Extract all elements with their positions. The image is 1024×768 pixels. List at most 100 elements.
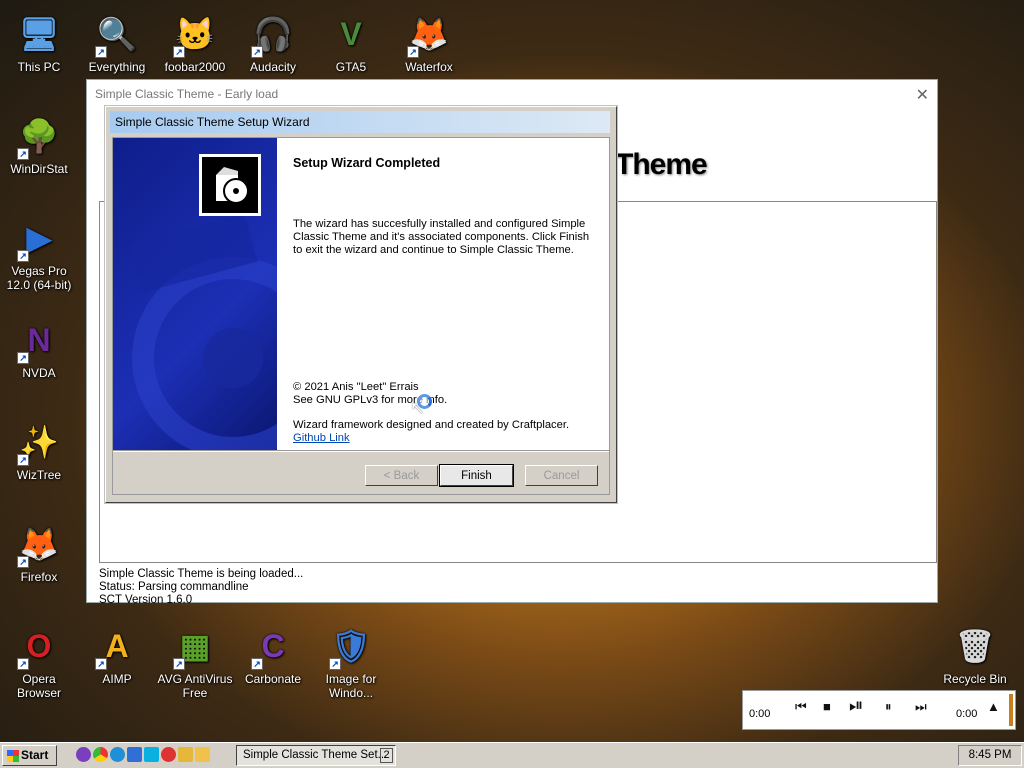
early-load-status: Simple Classic Theme is being loaded... …	[99, 568, 303, 607]
desktop-icon-label: Recycle Bin	[943, 672, 1007, 686]
avg-icon: ▦ ↗	[171, 622, 219, 670]
wizard-content: Setup Wizard Completed The wizard has su…	[112, 137, 610, 495]
firefox-icon: 🦊 ↗	[15, 520, 63, 568]
desktop-shortcut[interactable]: ✨ ↗ WizTree	[0, 418, 78, 482]
desktop-icon-label: WizTree	[16, 468, 62, 482]
tool-icon[interactable]	[178, 747, 193, 762]
desktop-shortcut[interactable]: 🖥 This PC	[0, 10, 78, 74]
windows-flag-icon	[7, 750, 19, 762]
play-icon[interactable]: ⏯	[849, 695, 863, 716]
wizard-body-text: The wizard has succesfully installed and…	[293, 218, 590, 256]
desktop-shortcut[interactable]: 🛡 ↗ Image for Windo...	[312, 622, 390, 700]
shortcut-arrow-icon: ↗	[17, 250, 29, 262]
folder-icon[interactable]	[195, 747, 210, 762]
shortcut-arrow-icon: ↗	[329, 658, 341, 670]
copyright-text: © 2021 Anis "Leet" Errais	[293, 381, 419, 393]
status-line: Simple Classic Theme is being loaded...	[99, 568, 304, 580]
desktop-shortcut[interactable]: O ↗ Opera Browser	[0, 622, 78, 701]
shortcut-arrow-icon: ↗	[251, 46, 263, 58]
shortcut-arrow-icon: ↗	[173, 46, 185, 58]
windirstat-icon: 🌳 ↗	[15, 112, 63, 160]
total-time: 0:00	[956, 708, 978, 720]
desktop-shortcut[interactable]: C ↗ Carbonate	[234, 622, 312, 687]
previous-track-icon[interactable]: ⏮	[795, 699, 807, 715]
vivaldi-icon[interactable]	[161, 747, 176, 762]
desktop-icon-label: Image for Windo...	[325, 672, 377, 700]
status-line: SCT Version 1.6.0	[99, 594, 193, 606]
setup-package-icon	[199, 154, 261, 216]
waterfox-icon: 🦊 ↗	[405, 10, 453, 58]
desktop-icon-label: NVDA	[22, 366, 56, 380]
desktop-shortcut[interactable]: 🗑 Recycle Bin	[936, 622, 1014, 686]
gta5-icon: V	[340, 15, 362, 52]
early-load-heading: Theme	[615, 148, 708, 181]
next-track-icon[interactable]: ⏭	[915, 699, 927, 715]
nvda-icon: N ↗	[15, 316, 63, 364]
elapsed-time: 0:00	[749, 708, 771, 720]
shortcut-arrow-icon: ↗	[17, 454, 29, 466]
media-player-widget: 0:00 ⏮ ■ ⏯ ⏸ ⏭ 0:00 ▲	[742, 690, 1016, 730]
desktop-icon-label: Carbonate	[244, 672, 302, 686]
desktop-shortcut[interactable]: ▦ ↗ AVG AntiVirus Free	[156, 622, 234, 700]
desktop-icon[interactable]	[127, 747, 142, 762]
desktop-shortcut[interactable]: V GTA5	[312, 10, 390, 75]
early-load-title: Simple Classic Theme - Early load	[95, 87, 279, 101]
back-button[interactable]: < Back	[365, 465, 438, 486]
shortcut-arrow-icon: ↗	[173, 658, 185, 670]
early-load-close-button[interactable]: ✕	[916, 85, 929, 105]
desktop-icon-label: GTA5	[335, 60, 367, 74]
taskbar: Start Simple Classic Theme Set... 2 8:45…	[0, 742, 1024, 768]
shortcut-arrow-icon: ↗	[95, 658, 107, 670]
expand-up-icon[interactable]: ▲	[987, 699, 1000, 714]
desktop-shortcut[interactable]: 🦊 ↗ Firefox	[0, 520, 78, 584]
edge-icon[interactable]	[110, 747, 125, 762]
everything-search-icon: 🔍 ↗	[93, 10, 141, 58]
image-for-windows-icon: 🛡 ↗	[329, 628, 372, 670]
computer-icon: 🖥	[18, 16, 60, 52]
desktop-shortcut[interactable]: A ↗ AIMP	[78, 622, 156, 686]
desktop-shortcut[interactable]: 🔍 ↗ Everything	[78, 10, 156, 74]
audacity-icon: 🎧 ↗	[249, 10, 297, 58]
shortcut-arrow-icon: ↗	[17, 556, 29, 568]
volume-bar[interactable]	[1009, 694, 1013, 726]
opera-icon: O ↗	[15, 622, 63, 670]
vegas-pro-icon: ▶ ↗	[15, 214, 63, 262]
foobar-icon: 🐱 ↗	[171, 10, 219, 58]
pause-icon[interactable]: ⏸	[885, 699, 892, 715]
desktop-icon-label: Everything	[88, 60, 146, 74]
desktop-icon-label: Opera Browser	[16, 672, 61, 700]
setup-wizard-dialog: Simple Classic Theme Setup Wizard Setup …	[105, 106, 617, 503]
start-label: Start	[21, 748, 49, 762]
start-button[interactable]: Start	[2, 745, 57, 766]
github-link[interactable]: Github Link	[293, 432, 350, 444]
shortcut-arrow-icon: ↗	[95, 46, 107, 58]
wiztree-icon: ✨ ↗	[15, 418, 63, 466]
mouse-pointer-icon: ↖	[410, 398, 426, 418]
chrome-icon[interactable]	[93, 747, 108, 762]
wizard-title: Simple Classic Theme Setup Wizard	[110, 111, 610, 133]
shortcut-arrow-icon: ↗	[407, 46, 419, 58]
taskbar-task-wizard[interactable]: Simple Classic Theme Set... 2	[236, 745, 396, 766]
license-text: See GNU GPLv3 for more info.	[293, 394, 448, 406]
quick-launch	[76, 747, 210, 762]
cancel-button[interactable]: Cancel	[525, 465, 598, 486]
desktop-shortcut[interactable]: ▶ ↗ Vegas Pro 12.0 (64-bit)	[0, 214, 78, 292]
credits-text: Wizard framework designed and created by…	[293, 419, 570, 431]
desktop-icon-label: WinDirStat	[10, 162, 68, 176]
desktop-shortcut[interactable]: 🐱 ↗ foobar2000	[156, 10, 234, 74]
desktop-shortcut[interactable]: N ↗ NVDA	[0, 316, 78, 380]
wizard-side-banner	[113, 138, 277, 450]
desktop-shortcut[interactable]: 🌳 ↗ WinDirStat	[0, 112, 78, 176]
task-label: Simple Classic Theme Set...	[243, 749, 388, 761]
media-icon[interactable]	[144, 747, 159, 762]
shortcut-arrow-icon: ↗	[17, 658, 29, 670]
finish-button[interactable]: Finish	[439, 464, 514, 487]
shortcut-arrow-icon: ↗	[17, 352, 29, 364]
system-clock: 8:45 PM	[958, 745, 1022, 766]
desktop-shortcut[interactable]: 🦊 ↗ Waterfox	[390, 10, 468, 74]
desktop-shortcut[interactable]: 🎧 ↗ Audacity	[234, 10, 312, 74]
stop-icon[interactable]: ■	[823, 699, 831, 714]
desktop-icon-label: Vegas Pro 12.0 (64-bit)	[6, 264, 72, 292]
quick-launch-app-icon[interactable]	[76, 747, 91, 762]
desktop-icon-label: This PC	[17, 60, 61, 74]
